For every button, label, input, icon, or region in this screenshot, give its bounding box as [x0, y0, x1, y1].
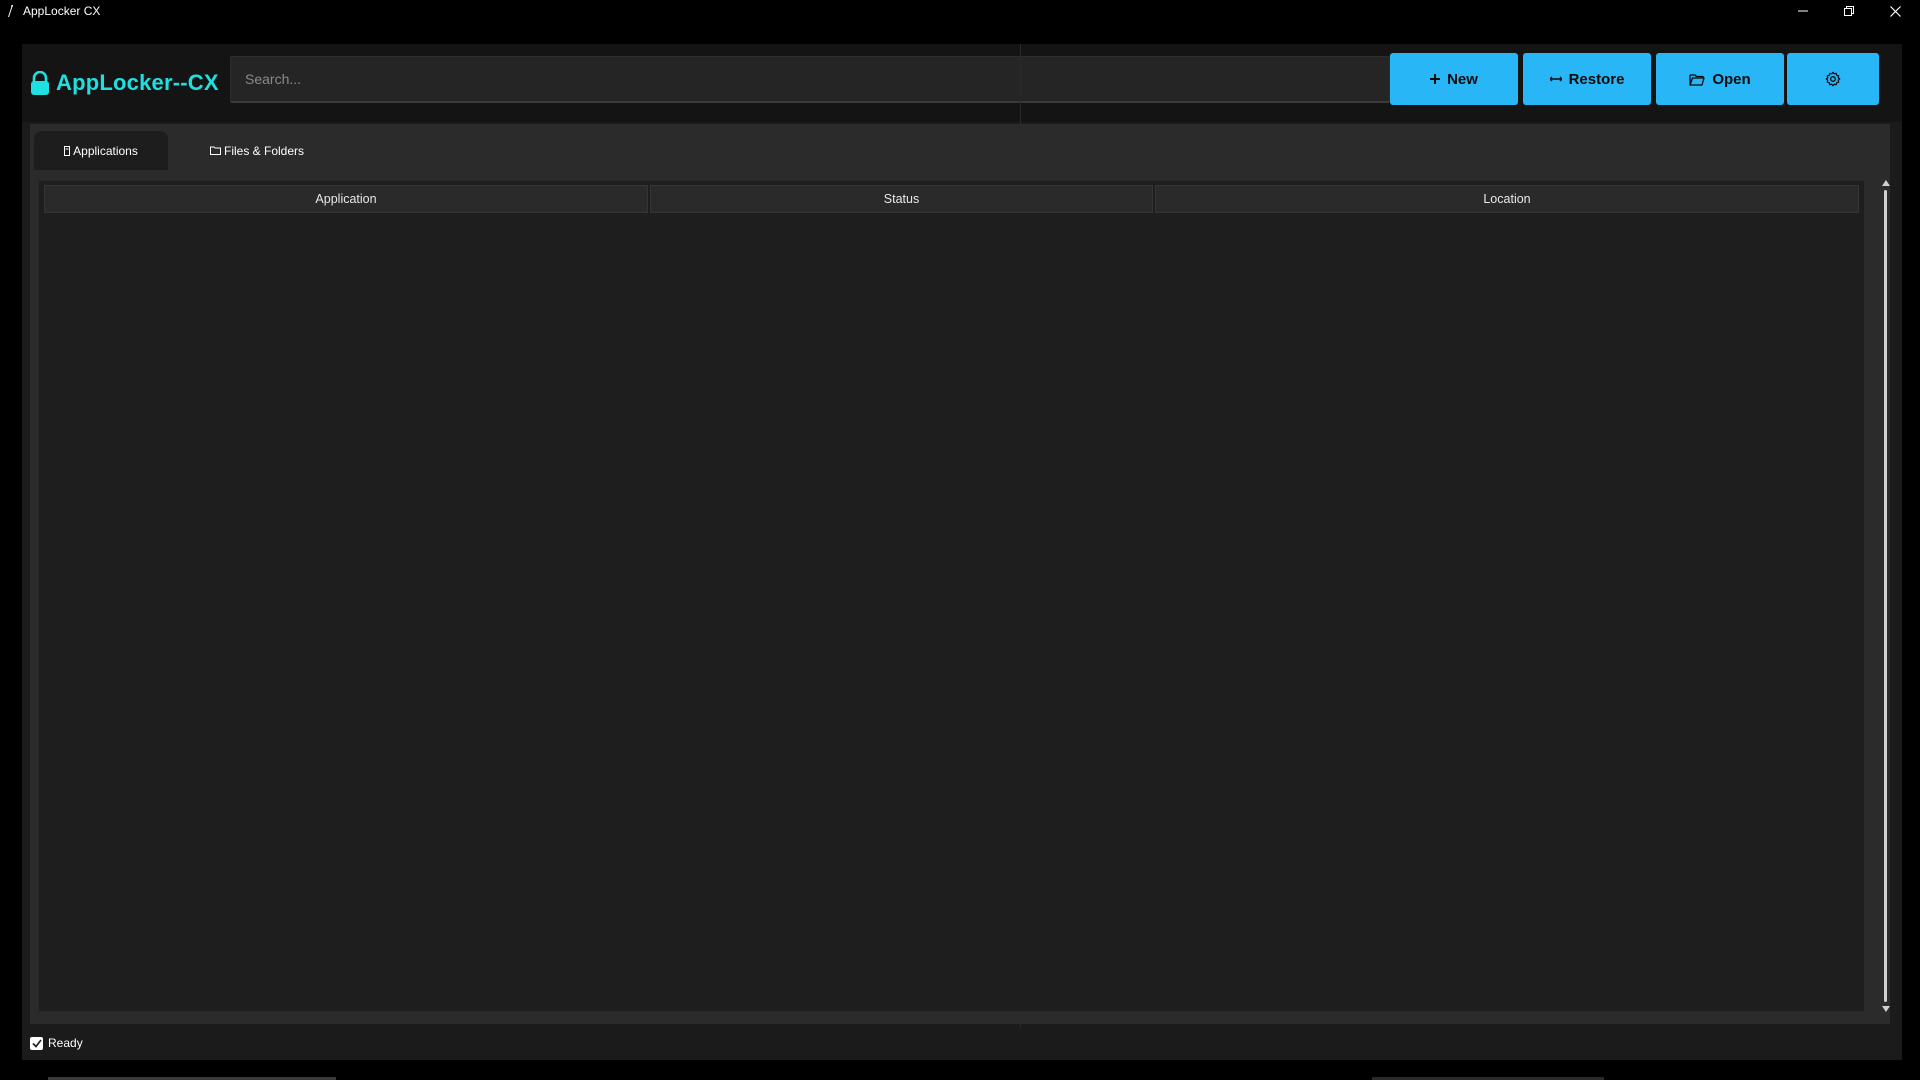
header-bar: AppLocker--CX New Restore Open	[22, 44, 1902, 124]
folder-icon	[209, 146, 221, 155]
settings-button[interactable]	[1787, 53, 1879, 105]
minimize-button[interactable]	[1780, 0, 1826, 22]
restore-icon	[1844, 6, 1854, 16]
divider	[1020, 44, 1021, 124]
scrollbar-thumb[interactable]	[1884, 190, 1887, 1002]
app-logo-icon	[6, 5, 16, 17]
restore-button[interactable]	[1826, 0, 1872, 22]
app-logo: AppLocker--CX	[30, 64, 219, 102]
restore-button-label: Restore	[1568, 70, 1625, 88]
close-icon	[1889, 5, 1901, 17]
status-bar: Ready	[30, 1034, 83, 1052]
app-name: AppLocker--CX	[56, 70, 219, 95]
check-icon	[31, 1039, 42, 1048]
scroll-up-icon[interactable]	[1882, 180, 1890, 186]
divider	[1034, 162, 1035, 170]
tab-files-folders[interactable]: Files & Folders	[202, 131, 312, 170]
status-checkbox	[30, 1036, 43, 1050]
plus-icon	[1430, 74, 1441, 84]
tab-bar: Applications Files & Folders	[30, 124, 1890, 170]
scroll-down-icon[interactable]	[1882, 1006, 1890, 1012]
table-header: Application Status Location	[44, 185, 1859, 213]
content-panel: Applications Files & Folders Application…	[30, 124, 1890, 1024]
search-input[interactable]	[231, 57, 1389, 101]
column-header-application[interactable]: Application	[44, 185, 648, 213]
app-icon	[64, 145, 71, 156]
open-button-label: Open	[1712, 70, 1751, 88]
restore-app-button[interactable]: Restore	[1523, 53, 1651, 105]
close-button[interactable]	[1872, 0, 1918, 22]
tab-applications[interactable]: Applications	[34, 131, 168, 170]
folder-open-icon	[1689, 73, 1705, 86]
new-button[interactable]: New	[1390, 53, 1518, 105]
column-header-location[interactable]: Location	[1155, 185, 1859, 213]
title-bar: AppLocker CX	[0, 0, 1920, 22]
tab-files-folders-label: Files & Folders	[223, 143, 305, 158]
open-button[interactable]: Open	[1656, 53, 1784, 105]
window-title: AppLocker CX	[23, 4, 101, 18]
arrows-icon	[1549, 75, 1562, 83]
search-box[interactable]	[230, 56, 1390, 103]
vertical-scrollbar[interactable]	[1882, 176, 1890, 1016]
applications-table: Application Status Location	[38, 180, 1865, 1012]
column-header-status[interactable]: Status	[650, 185, 1153, 213]
divider	[1020, 1010, 1021, 1028]
minimize-icon	[1798, 10, 1808, 12]
status-text: Ready	[48, 1036, 83, 1050]
main-window: AppLocker--CX New Restore Open	[22, 44, 1902, 1060]
new-button-label: New	[1447, 70, 1478, 88]
gear-icon	[1825, 71, 1841, 87]
tab-applications-label: Applications	[73, 143, 138, 158]
lock-icon	[31, 70, 49, 95]
